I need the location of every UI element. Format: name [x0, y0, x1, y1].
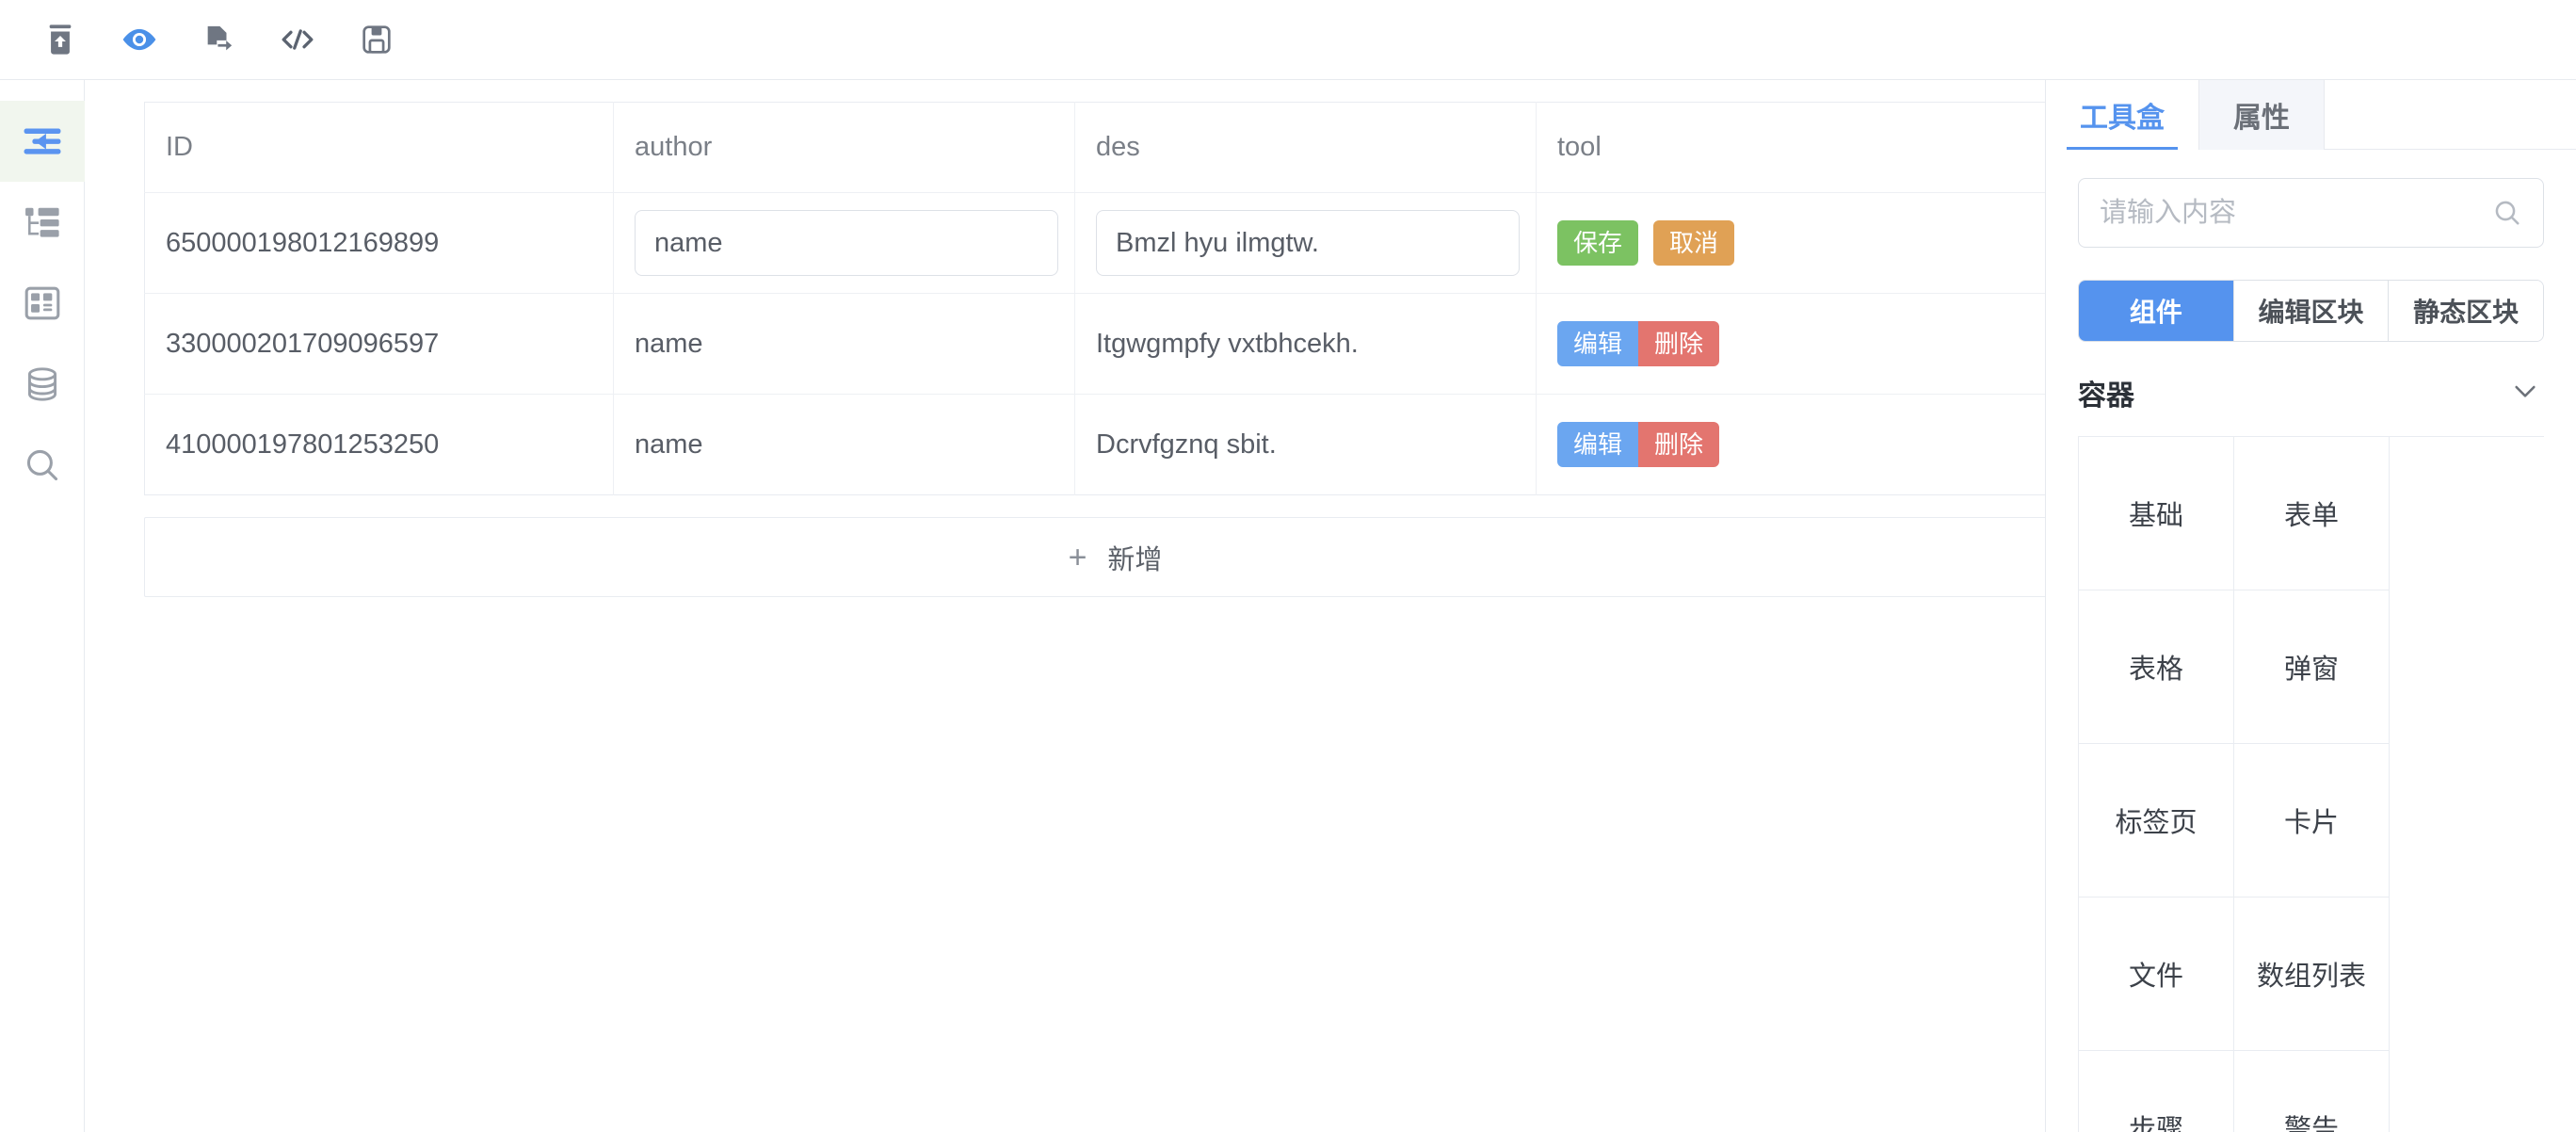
upload-trash-icon[interactable]	[41, 21, 79, 58]
delete-button[interactable]: 删除	[1638, 321, 1720, 366]
column-header-des: des	[1074, 102, 1537, 193]
delete-button[interactable]: 删除	[1638, 422, 1720, 467]
segmented-control: 组件 编辑区块 静态区块	[2078, 280, 2544, 342]
segment-edit-blocks[interactable]: 编辑区块	[2233, 281, 2390, 341]
component-basic[interactable]: 基础	[2079, 437, 2234, 590]
component-steps[interactable]: 步骤	[2079, 1051, 2234, 1132]
component-card[interactable]: 卡片	[2234, 744, 2390, 898]
component-dialog[interactable]: 弹窗	[2234, 590, 2390, 744]
component-alert[interactable]: 警告	[2234, 1051, 2390, 1132]
rail-item-outline-tree[interactable]	[0, 182, 85, 263]
component-grid: 基础 表单 表格 弹窗 标签页 卡片 文件 数组列表 步骤 警告	[2078, 436, 2544, 1132]
component-tabs[interactable]: 标签页	[2079, 744, 2234, 898]
table-row: 410000197801253250 name Dcrvfgznq sbit. …	[144, 394, 2046, 495]
cancel-button[interactable]: 取消	[1653, 220, 1735, 266]
add-row-button[interactable]: + 新增	[144, 517, 2045, 597]
component-form[interactable]: 表单	[2234, 437, 2390, 590]
code-icon[interactable]	[279, 21, 316, 58]
rail-item-search[interactable]	[0, 425, 85, 506]
component-array-list[interactable]: 数组列表	[2234, 898, 2390, 1051]
plus-icon: +	[1068, 539, 1087, 575]
section-title: 容器	[2078, 380, 2134, 412]
column-header-author: author	[613, 102, 1075, 193]
edit-button[interactable]: 编辑	[1557, 422, 1639, 467]
column-header-tool: tool	[1536, 102, 2045, 193]
right-panel-tabs: 工具盒 属性	[2046, 80, 2576, 150]
save-disk-icon[interactable]	[358, 21, 395, 58]
canvas-area: ID author des tool 650000198012169899 na…	[85, 80, 2046, 1132]
left-rail	[0, 80, 85, 1132]
cell-des: Dcrvfgznq sbit.	[1074, 394, 1537, 495]
cell-tool: 编辑 删除	[1537, 395, 2046, 495]
search-box[interactable]	[2078, 178, 2544, 248]
edit-button[interactable]: 编辑	[1557, 321, 1639, 366]
app-root: ID author des tool 650000198012169899 na…	[0, 0, 2576, 1132]
cell-des: Itgwgmpfy vxtbhcekh.	[1074, 293, 1537, 395]
search-input[interactable]	[2079, 197, 2492, 229]
cell-des	[1074, 192, 1537, 294]
search-icon[interactable]	[2492, 198, 2522, 228]
table-row: 650000198012169899 保存 取消	[144, 192, 2045, 294]
rail-item-layout-grid[interactable]	[0, 263, 85, 344]
chevron-down-icon[interactable]	[2510, 376, 2540, 411]
table-row: 330000201709096597 name Itgwgmpfy vxtbhc…	[144, 293, 2045, 395]
segment-components[interactable]: 组件	[2079, 281, 2234, 341]
component-file[interactable]: 文件	[2079, 898, 2234, 1051]
cell-author	[613, 192, 1075, 294]
rail-item-collapse[interactable]	[0, 101, 85, 182]
component-table[interactable]: 表格	[2079, 590, 2234, 744]
cell-tool: 保存 取消	[1536, 192, 2045, 294]
section-header-container[interactable]: 容器	[2078, 372, 2544, 413]
save-button[interactable]: 保存	[1557, 220, 1639, 266]
column-header-id: ID	[144, 102, 614, 193]
cell-id: 330000201709096597	[144, 293, 614, 395]
segment-static-blocks[interactable]: 静态区块	[2389, 281, 2543, 341]
cell-author: name	[613, 293, 1075, 395]
table-header-row: ID author des tool	[144, 102, 2045, 193]
rail-item-database[interactable]	[0, 344, 85, 425]
cell-author: name	[613, 394, 1075, 495]
tab-toolbox[interactable]: 工具盒	[2046, 80, 2199, 150]
author-input[interactable]	[635, 210, 1058, 276]
data-table: ID author des tool 650000198012169899 na…	[144, 102, 2046, 495]
cell-tool: 编辑 删除	[1536, 293, 2045, 395]
add-row-label: 新增	[1107, 544, 1163, 575]
cell-id: 650000198012169899	[144, 192, 614, 294]
tab-properties[interactable]: 属性	[2199, 80, 2325, 150]
top-toolbar	[0, 0, 2576, 80]
right-panel: 工具盒 属性 组件 编辑区块 静态区块 容器	[2046, 80, 2576, 1132]
cell-id: 410000197801253250	[144, 394, 614, 495]
preview-eye-icon[interactable]	[121, 21, 158, 58]
export-file-icon[interactable]	[200, 21, 237, 58]
des-input[interactable]	[1096, 210, 1520, 276]
